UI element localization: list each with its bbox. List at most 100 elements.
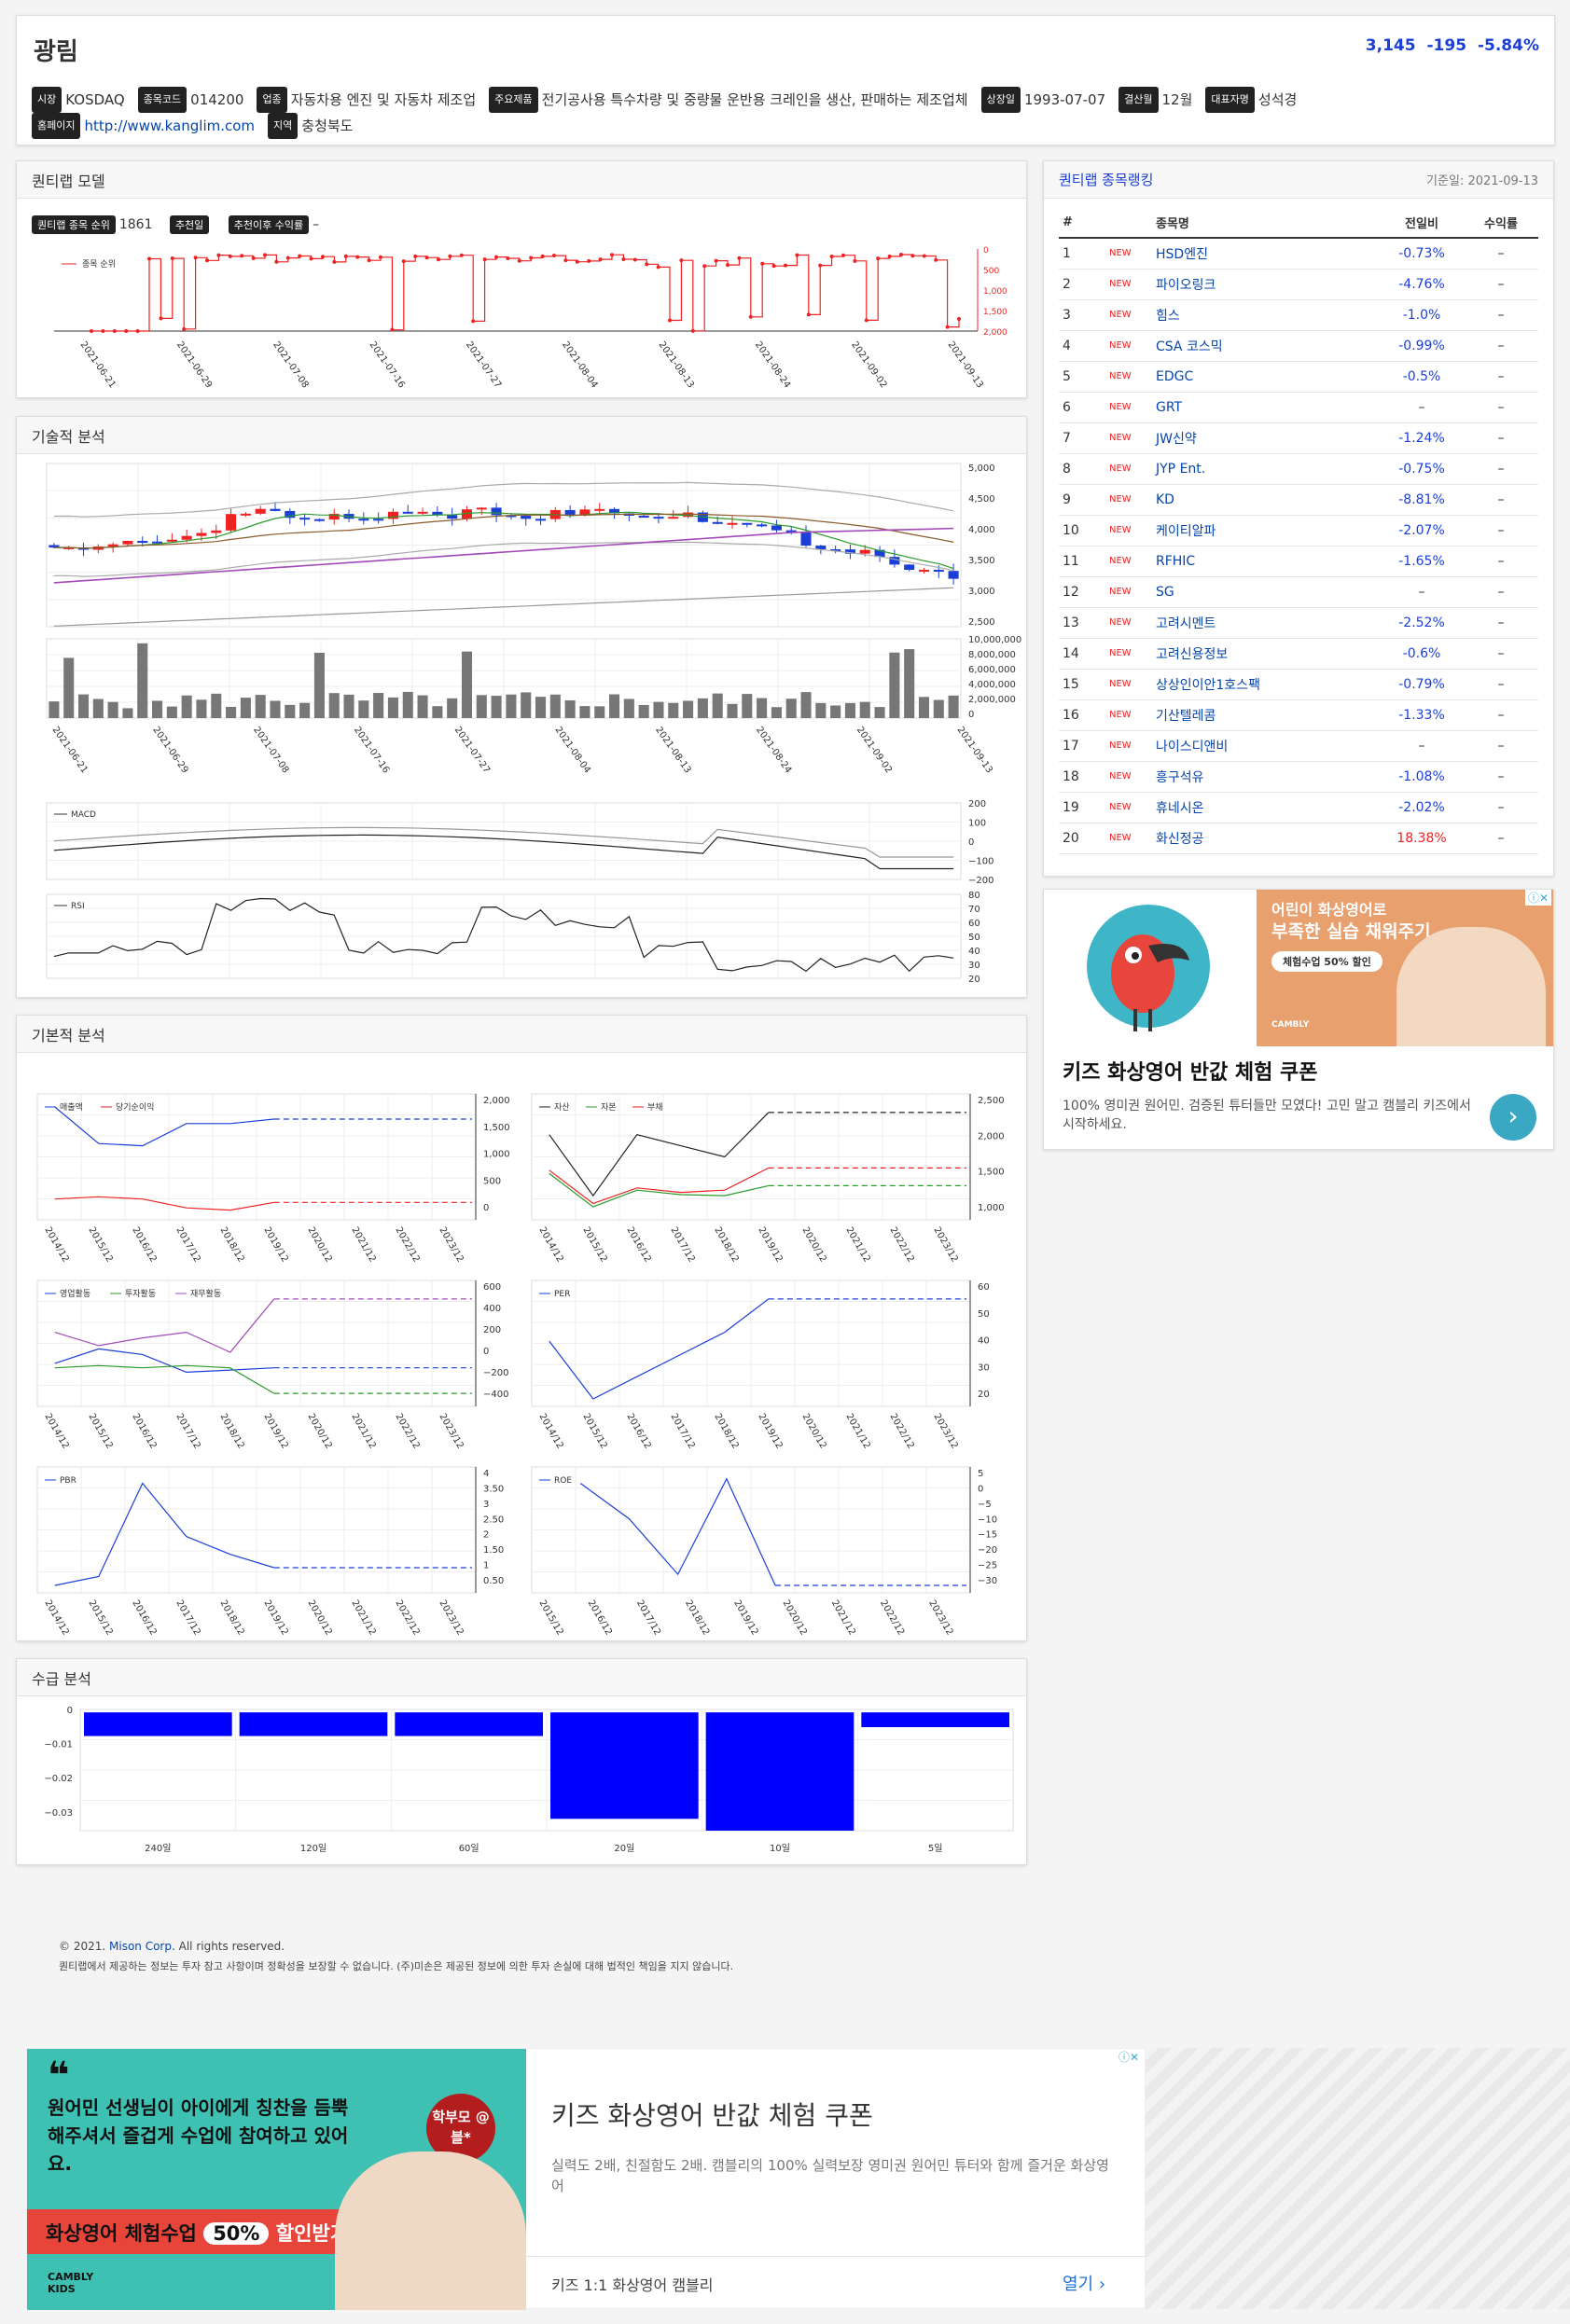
change-value: -2.02%: [1380, 792, 1464, 823]
ad-panel[interactable]: 어린이 화상영어로 부족한 실습 채워주기 체험수업 50% 할인 CAMBLY…: [1043, 889, 1554, 1150]
return-value: –: [1464, 607, 1538, 639]
y-tick-label: 1,500: [483, 1123, 510, 1133]
date-label: 2021-06-29: [150, 725, 189, 775]
ranking-row[interactable]: 19 NEW 휴네시온 -2.02% –: [1059, 792, 1538, 823]
rsi-tick-label: 20: [968, 975, 980, 985]
stock-name-link[interactable]: RFHIC: [1152, 546, 1380, 577]
volume-bar: [226, 706, 237, 718]
cta-text[interactable]: 열기: [1063, 2275, 1093, 2294]
ranking-row[interactable]: 10 NEW 케이티알파 -2.07% –: [1059, 515, 1538, 546]
ad-arrow-button[interactable]: ›: [1490, 1094, 1536, 1141]
volume-bar: [653, 701, 664, 718]
company-link[interactable]: Mison Corp.: [109, 1940, 175, 1953]
ranking-row[interactable]: 11 NEW RFHIC -1.65% –: [1059, 546, 1538, 577]
ranking-row[interactable]: 20 NEW 화신정공 18.38% –: [1059, 823, 1538, 854]
stock-name-link[interactable]: CSA 코스믹: [1152, 330, 1380, 362]
date-label: 2021-06-29: [174, 339, 214, 390]
stock-name-link[interactable]: 화신정공: [1152, 823, 1380, 854]
new-tag: NEW: [1105, 269, 1152, 300]
ranking-row[interactable]: 17 NEW 나이스디앤비 – –: [1059, 730, 1538, 762]
ranking-row[interactable]: 9 NEW KD -8.81% –: [1059, 484, 1538, 516]
rank-point: [645, 262, 649, 267]
candle-body: [638, 516, 649, 519]
info-field-value[interactable]: http://www.kanglim.com: [84, 118, 255, 134]
candle-body: [166, 539, 177, 542]
stock-name-link[interactable]: EDGC: [1152, 361, 1380, 393]
stock-name-link[interactable]: 휴네시온: [1152, 792, 1380, 823]
volume-bar: [417, 695, 428, 718]
ranking-row[interactable]: 16 NEW 기산텔레콤 -1.33% –: [1059, 699, 1538, 731]
stock-name-link[interactable]: JYP Ent.: [1152, 453, 1380, 485]
rank-point: [471, 319, 476, 324]
bottom-ad-cta[interactable]: 열기 ›: [1063, 2271, 1105, 2295]
ad-close-icon[interactable]: ⓘ✕: [1524, 890, 1551, 906]
ranking-row[interactable]: 8 NEW JYP Ent. -0.75% –: [1059, 453, 1538, 485]
ranking-row[interactable]: 2 NEW 파이오링크 -4.76% –: [1059, 269, 1538, 300]
bottom-ad-close-icon[interactable]: ⓘ✕: [1118, 2049, 1139, 2065]
volume-bar: [683, 700, 694, 718]
candle-body: [933, 569, 944, 572]
new-tag: NEW: [1105, 422, 1152, 454]
year-label: 2016/12: [624, 1412, 652, 1450]
candle-body: [417, 511, 428, 514]
stock-name-link[interactable]: 고려신용정보: [1152, 638, 1380, 670]
ranking-row[interactable]: 5 NEW EDGC -0.5% –: [1059, 361, 1538, 393]
year-label: 2015/12: [86, 1598, 114, 1637]
price-tick-label: 4,500: [968, 494, 995, 505]
stock-name-link[interactable]: 상상인이안1호스팩: [1152, 669, 1380, 700]
ranking-row[interactable]: 18 NEW 흥구석유 -1.08% –: [1059, 761, 1538, 793]
info-field-value: 전기공사용 특수차량 및 중량물 운반용 크레인을 생산, 판매하는 제조업체: [541, 90, 968, 108]
return-value: –: [1464, 761, 1538, 793]
year-label: 2019/12: [756, 1412, 784, 1450]
ranking-row[interactable]: 1 NEW HSD엔진 -0.73% –: [1059, 238, 1538, 270]
stock-name-link[interactable]: 나이스디앤비: [1152, 730, 1380, 762]
candle-body: [226, 514, 237, 531]
stock-name-link[interactable]: 파이오링크: [1152, 269, 1380, 300]
candle-body: [358, 519, 369, 521]
ranking-row[interactable]: 7 NEW JW신약 -1.24% –: [1059, 422, 1538, 454]
stock-name-link[interactable]: 흥구석유: [1152, 761, 1380, 793]
rank-point: [448, 254, 452, 258]
category-label: 120일: [300, 1843, 327, 1854]
volume-bar: [815, 702, 827, 718]
candle-body: [255, 508, 266, 514]
candle-body: [387, 511, 398, 519]
stock-name-link[interactable]: 케이티알파: [1152, 515, 1380, 546]
info-field-label: 업종: [257, 87, 287, 113]
info-field-value: 자동차용 엔진 및 자동차 제조업: [290, 90, 477, 108]
ranking-row[interactable]: 14 NEW 고려신용정보 -0.6% –: [1059, 638, 1538, 670]
year-label: 2016/12: [624, 1225, 652, 1264]
stock-name-link[interactable]: SG: [1152, 576, 1380, 608]
bottom-ad[interactable]: ❝ 원어민 선생님이 아이에게 칭찬을 듬뿍 해주셔서 즐겁게 수업에 참여하고…: [26, 2048, 1146, 2310]
ad-title[interactable]: 키즈 화상영어 반값 체험 쿠폰: [1063, 1056, 1318, 1086]
ranking-row[interactable]: 12 NEW SG – –: [1059, 576, 1538, 608]
stock-name: 광림: [34, 38, 78, 66]
ranking-row[interactable]: 13 NEW 고려시멘트 -2.52% –: [1059, 607, 1538, 639]
stock-name-link[interactable]: 고려시멘트: [1152, 607, 1380, 639]
volume-bar: [623, 699, 634, 718]
y-tick-label: 1,000: [983, 287, 1007, 297]
col-name: 종목명: [1152, 208, 1380, 239]
parrot-icon: [1087, 905, 1210, 1031]
volume-bar: [594, 706, 605, 718]
stock-name-link[interactable]: JW신약: [1152, 422, 1380, 454]
stock-name-link[interactable]: HSD엔진: [1152, 238, 1380, 270]
stock-name-link[interactable]: 힘스: [1152, 299, 1380, 331]
ranking-row[interactable]: 6 NEW GRT – –: [1059, 392, 1538, 423]
stock-name-link[interactable]: 기산텔레콤: [1152, 699, 1380, 731]
y-tick-label: 1.50: [483, 1545, 504, 1556]
info-field: 결산월 12월: [1118, 87, 1192, 113]
change-value: -8.81%: [1380, 484, 1464, 516]
bottom-ad-title[interactable]: 키즈 화상영어 반값 체험 쿠폰: [551, 2096, 873, 2133]
ranking-row[interactable]: 15 NEW 상상인이안1호스팩 -0.79% –: [1059, 669, 1538, 700]
ranking-row[interactable]: 4 NEW CSA 코스믹 -0.99% –: [1059, 330, 1538, 362]
rank-point: [737, 256, 742, 260]
stock-name-link[interactable]: KD: [1152, 484, 1380, 516]
supply-chart: 0 −0.01 −0.02 −0.03 240일 120일 60일 20일 10일 5일: [44, 1706, 1014, 1854]
y-tick-label: 1,500: [978, 1168, 1005, 1178]
return-value: –: [1464, 576, 1538, 608]
macd-tick-label: 200: [968, 799, 986, 809]
ranking-row[interactable]: 3 NEW 힘스 -1.0% –: [1059, 299, 1538, 331]
rank-point: [690, 328, 695, 333]
stock-name-link[interactable]: GRT: [1152, 392, 1380, 423]
